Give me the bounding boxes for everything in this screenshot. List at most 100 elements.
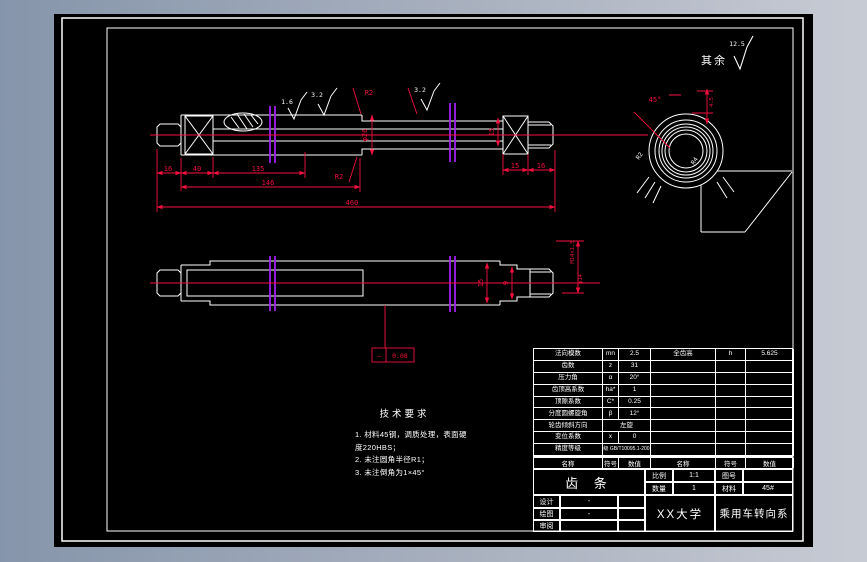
param-cell (651, 384, 716, 397)
param-cell: 0 (619, 432, 651, 445)
param-cell: 齿顶高系数 (534, 384, 603, 397)
param-cell: 齿数 (534, 360, 603, 373)
param-cell (746, 396, 794, 409)
param-cell: x (603, 432, 619, 445)
param-cell (746, 360, 794, 373)
dim-seg2: 40 (193, 165, 201, 173)
param-cell: z (603, 360, 619, 373)
param-cell (651, 360, 716, 373)
design-label: 设计 (533, 495, 560, 508)
draft-label: 绘图 (533, 508, 560, 520)
param-cell: 全齿高 (651, 349, 716, 361)
param-cell: 5.625 (746, 349, 794, 361)
dim-right2: 16 (537, 162, 545, 170)
material-value: 45# (743, 482, 793, 495)
param-header-cell: 符号 (603, 458, 619, 468)
dim-end-dia: φ14 (578, 273, 584, 284)
param-cell (651, 432, 716, 445)
scale-label: 比例 (645, 469, 673, 482)
part-name: 齿 条 (533, 469, 645, 495)
param-header-cell: 数值 (619, 458, 651, 468)
param-cell (651, 408, 716, 421)
param-cell: 12° (619, 408, 651, 421)
tech-req-line: 1. 材料45钢，调质处理，表面硬 (355, 430, 467, 439)
param-header-cell: 符号 (716, 458, 746, 468)
fillet-callout-top: R2 (365, 89, 373, 97)
param-header-cell: 名称 (534, 458, 603, 468)
param-cell (716, 408, 746, 421)
draft-extra-cell (618, 508, 645, 520)
param-cell: 轮齿倾斜方向 (534, 420, 603, 433)
dim-tooth-depth: 4.5 (709, 97, 715, 107)
scale-value: 1:1 (673, 469, 715, 482)
param-header-cell: 名称 (651, 458, 716, 468)
param-cell (746, 432, 794, 445)
drawing-no-value (743, 469, 793, 482)
param-cell: 1 (619, 384, 651, 397)
param-cell: 31 (619, 360, 651, 373)
dim-body-dia: φ26 (361, 129, 369, 142)
param-cell (716, 420, 746, 433)
param-cell (746, 444, 794, 456)
param-cell (716, 372, 746, 385)
technical-requirements: 技术要求 1. 材料45钢，调质处理，表面硬 度220HBS； 2. 未注圆角半… (332, 406, 497, 479)
dim-right1: 15 (511, 162, 519, 170)
qty-value: 1 (673, 482, 715, 495)
project-name: 乘用车转向系 (715, 495, 793, 532)
param-cell (716, 444, 746, 456)
param-cell: 变位系数 (534, 432, 603, 445)
param-cell: ha* (603, 384, 619, 397)
param-cell: 精度等级 (534, 444, 603, 456)
param-cell: 2.5 (619, 349, 651, 361)
param-cell: 顶隙系数 (534, 396, 603, 409)
param-cell (716, 396, 746, 409)
param-cell: 左旋 (603, 420, 651, 433)
param-cell: β (603, 408, 619, 421)
roughness-3: 3.2 (414, 86, 426, 94)
param-cell: 20° (619, 372, 651, 385)
param-table-header: 名称 符号 数值 名称 符号 数值 (533, 457, 794, 469)
param-cell (746, 408, 794, 421)
param-cell: 法向模数 (534, 349, 603, 361)
draft-value: - (560, 508, 618, 520)
dim-overall: 460 (346, 199, 359, 207)
organization: XX大学 (645, 495, 715, 532)
tech-req-title: 技术要求 (379, 409, 430, 420)
qty-label: 数量 (645, 482, 673, 495)
drawing-no-label: 图号 (715, 469, 743, 482)
param-cell (651, 420, 716, 433)
param-cell (746, 372, 794, 385)
review-value (560, 520, 618, 532)
param-cell: α (603, 372, 619, 385)
dim-seg1: 16 (164, 165, 172, 173)
dim-thread: M14×1.5 (570, 240, 576, 263)
param-cell (716, 432, 746, 445)
design-value: - (560, 495, 618, 508)
dim-seg3: 135 (252, 165, 265, 173)
design-extra-cell (618, 495, 645, 508)
param-cell (746, 420, 794, 433)
review-label: 审阅 (533, 520, 560, 532)
param-cell: C* (603, 396, 619, 409)
param-cell (716, 360, 746, 373)
param-cell: 压力角 (534, 372, 603, 385)
tolerance-value: 0.08 (392, 352, 408, 360)
roughness-1: 1.6 (281, 98, 293, 106)
tech-req-line: 2. 未注圆角半径R1； (355, 455, 430, 464)
cad-viewport: 16 40 135 146 460 15 16 φ26 15 R2 R2 1.6… (0, 0, 867, 562)
roughness-2: 3.2 (311, 91, 323, 99)
param-cell: mn (603, 349, 619, 361)
surface-note-label: 其余 (701, 53, 727, 67)
surface-note-value: 12.5 (729, 40, 745, 48)
param-cell (716, 384, 746, 397)
param-cell (651, 396, 716, 409)
fillet-callout-bottom: R2 (335, 173, 343, 181)
dim-journal-dia: 15 (488, 128, 496, 136)
param-cell (746, 384, 794, 397)
param-cell (651, 444, 716, 456)
review-extra-cell (618, 520, 645, 532)
param-cell: 8级 GB/T10095.1-2001 (603, 444, 651, 456)
dim-chamfer-angle: 45° (649, 96, 662, 104)
dim-mid: 146 (262, 179, 275, 187)
tech-req-line: 度220HBS； (355, 442, 401, 452)
